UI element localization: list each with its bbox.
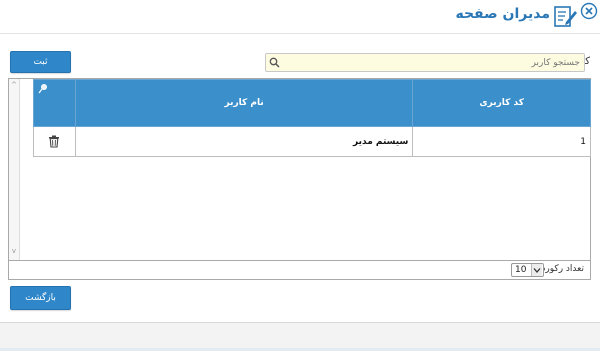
column-settings-icon[interactable] bbox=[37, 83, 49, 95]
chevron-down-icon[interactable] bbox=[531, 264, 542, 276]
scroll-down-icon[interactable]: v bbox=[10, 247, 18, 255]
page-size-value[interactable]: 10 bbox=[515, 264, 526, 276]
grid-pager: تعداد رکورد : 10 bbox=[8, 261, 591, 280]
page-size-select[interactable]: 10 bbox=[511, 263, 544, 277]
row-actions bbox=[33, 126, 76, 157]
table-row[interactable]: سیستم مدیر 1 bbox=[33, 126, 591, 157]
user-search-input[interactable] bbox=[282, 55, 580, 70]
save-button[interactable]: ثبت bbox=[10, 51, 71, 73]
scroll-up-icon[interactable]: ^ bbox=[10, 81, 18, 89]
column-settings-header[interactable] bbox=[33, 79, 76, 127]
users-grid: ^ v نام کاربر کد کاربری سیستم مدیر 1 bbox=[8, 78, 591, 261]
header-divider bbox=[0, 33, 600, 34]
cell-user-code: 1 bbox=[412, 126, 591, 157]
page-title: مدیران صفحه bbox=[455, 6, 550, 22]
footer-area bbox=[0, 323, 600, 351]
users-table: نام کاربر کد کاربری سیستم مدیر 1 bbox=[33, 79, 591, 157]
user-search-box[interactable] bbox=[265, 53, 585, 72]
cell-user-name: سیستم مدیر bbox=[74, 126, 414, 157]
edit-document-icon bbox=[554, 6, 577, 27]
chevron-down-icon[interactable] bbox=[532, 264, 542, 276]
table-header-row: نام کاربر کد کاربری bbox=[33, 79, 591, 127]
close-icon[interactable] bbox=[580, 2, 598, 20]
trash-icon[interactable] bbox=[48, 135, 60, 148]
search-icon[interactable] bbox=[269, 57, 280, 68]
column-header-user-name[interactable]: نام کاربر bbox=[74, 79, 414, 127]
grid-scrollbar[interactable]: ^ v bbox=[9, 79, 20, 260]
column-header-user-code[interactable]: کد کاربری bbox=[412, 79, 591, 127]
window-header: مدیران صفحه bbox=[0, 0, 600, 33]
back-button[interactable]: بازگشت bbox=[10, 286, 71, 310]
